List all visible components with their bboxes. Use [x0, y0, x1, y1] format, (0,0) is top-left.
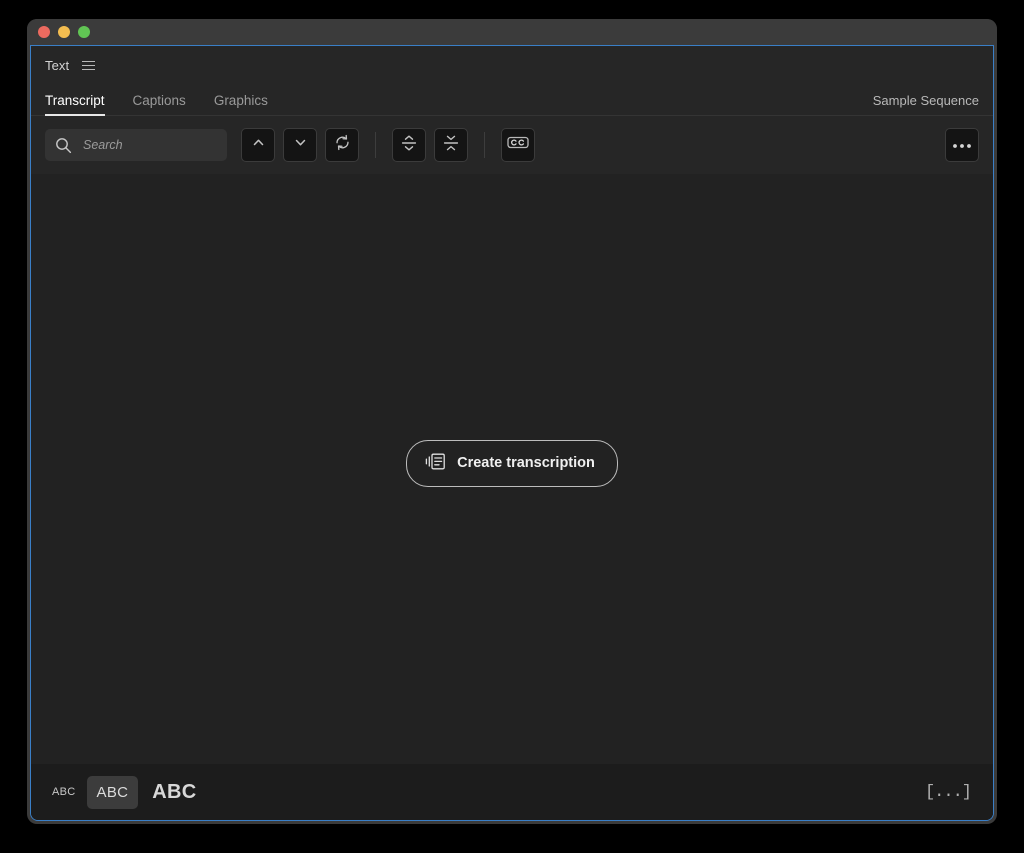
- split-caption-button[interactable]: [392, 128, 426, 162]
- panel-tab-bar: Transcript Captions Graphics Sample Sequ…: [31, 84, 993, 116]
- active-sequence-label: Sample Sequence: [872, 93, 979, 108]
- chevron-down-icon: [293, 135, 308, 155]
- text-size-medium-button[interactable]: ABC: [86, 775, 139, 809]
- merge-caption-icon: [442, 134, 460, 157]
- merge-caption-button[interactable]: [434, 128, 468, 162]
- transcript-empty-state: Create transcription: [31, 174, 993, 764]
- show-pauses-button[interactable]: [...]: [917, 779, 979, 806]
- text-size-small-button[interactable]: ABC: [45, 781, 83, 803]
- toolbar-divider-2: [484, 132, 485, 158]
- transcript-bottom-bar: ABC ABC ABC [...]: [31, 764, 993, 820]
- maximize-window-button[interactable]: [78, 26, 90, 38]
- search-icon: [55, 137, 72, 154]
- text-panel: Text Transcript Captions Graphics Sample…: [30, 45, 994, 821]
- hamburger-menu-icon[interactable]: [82, 60, 96, 70]
- minimize-window-button[interactable]: [58, 26, 70, 38]
- toolbar-divider: [375, 132, 376, 158]
- create-transcription-button[interactable]: Create transcription: [406, 439, 618, 487]
- transcribe-document-icon: [425, 451, 446, 476]
- tab-graphics[interactable]: Graphics: [214, 93, 268, 115]
- ellipsis-icon: [952, 136, 972, 154]
- sync-transcript-button[interactable]: [325, 128, 359, 162]
- chevron-up-icon: [251, 135, 266, 155]
- panel-header: Text: [31, 46, 993, 84]
- split-caption-icon: [400, 134, 418, 157]
- cc-icon: [507, 135, 529, 155]
- next-match-button[interactable]: [283, 128, 317, 162]
- previous-match-button[interactable]: [241, 128, 275, 162]
- close-window-button[interactable]: [38, 26, 50, 38]
- transcript-toolbar: [31, 116, 993, 174]
- window-titlebar: [27, 19, 997, 45]
- tab-captions[interactable]: Captions: [133, 93, 186, 115]
- captions-toggle-button[interactable]: [501, 128, 535, 162]
- refresh-icon: [334, 134, 351, 156]
- search-input[interactable]: [81, 137, 217, 153]
- text-size-large-button[interactable]: ABC: [144, 777, 204, 808]
- more-options-button[interactable]: [945, 128, 979, 162]
- tab-transcript[interactable]: Transcript: [45, 93, 105, 116]
- search-field[interactable]: [45, 129, 227, 161]
- create-transcription-label: Create transcription: [457, 455, 595, 471]
- panel-title: Text: [45, 57, 70, 73]
- application-window: Text Transcript Captions Graphics Sample…: [27, 19, 997, 824]
